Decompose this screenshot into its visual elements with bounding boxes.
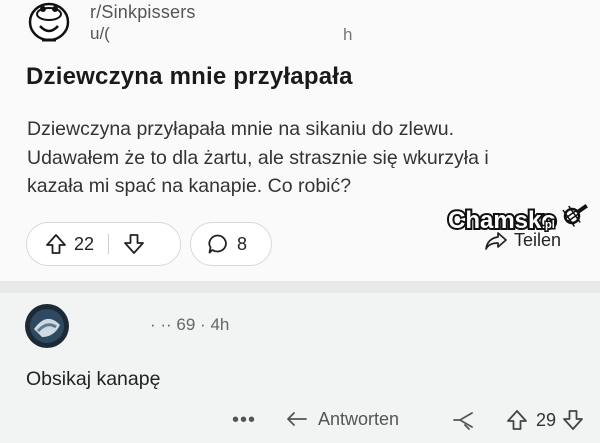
arrow-up-icon[interactable] [506,409,528,431]
award-icon[interactable] [452,409,476,431]
vote-divider [108,234,110,254]
arrow-down-icon[interactable] [123,233,145,255]
post-card: r/Sinkpissers u/( h Dziewczyna mnie przy… [0,0,600,281]
comment-card: · ·· 69 · 4h Obsikaj kanapę ••• Antworte… [0,293,600,443]
reddit-screenshot: r/Sinkpissers u/( h Dziewczyna mnie przy… [0,0,600,443]
comment-vote-bar: 29 [506,409,584,431]
comment-actions: ••• Antworten 29 [0,403,600,439]
post-header: r/Sinkpissers u/( h [20,0,580,50]
author-name[interactable]: u/( [90,24,110,44]
post-body-line: Dziewczyna przyłapała mnie na sikaniu do… [27,118,455,140]
upvote-count: 22 [74,233,95,254]
arrow-down-icon[interactable] [562,409,584,431]
post-body: Dziewczyna przyłapała mnie na sikaniu do… [27,115,587,201]
watermark-text: Chamsko [448,207,556,234]
subreddit-name[interactable]: r/Sinkpissers [90,2,196,23]
reply-arrow-icon [286,411,308,429]
post-age: h [343,25,353,44]
post-body-line: Udawałem że to dla żartu, ale strasznie … [27,146,489,169]
subreddit-toilet-icon[interactable] [20,0,78,44]
comment-vote-count: 29 [536,409,557,430]
vote-bar: 22 [26,222,181,266]
speech-bubble-icon [207,233,229,255]
avatar[interactable] [24,303,70,349]
reply-label: Antworten [318,409,400,429]
more-options-button[interactable]: ••• [232,409,256,432]
arrow-up-icon[interactable] [45,233,67,255]
section-divider [0,281,600,293]
post-title[interactable]: Dziewczyna mnie przyłapała [26,63,353,91]
watermark-suffix: .pl [542,219,555,231]
pan-icon [562,204,588,227]
comment-count: 8 [237,233,248,254]
comment-meta: · ·· 69 · 4h [150,315,230,334]
chamsko-watermark: Chamsko .pl [444,198,596,240]
post-body-line: kazała mi spać na kanapie. Co robić? [27,175,352,197]
comment-text: Obsikaj kanapę [26,368,161,390]
reply-button[interactable]: Antworten [286,409,399,430]
comments-button[interactable]: 8 [190,222,272,266]
